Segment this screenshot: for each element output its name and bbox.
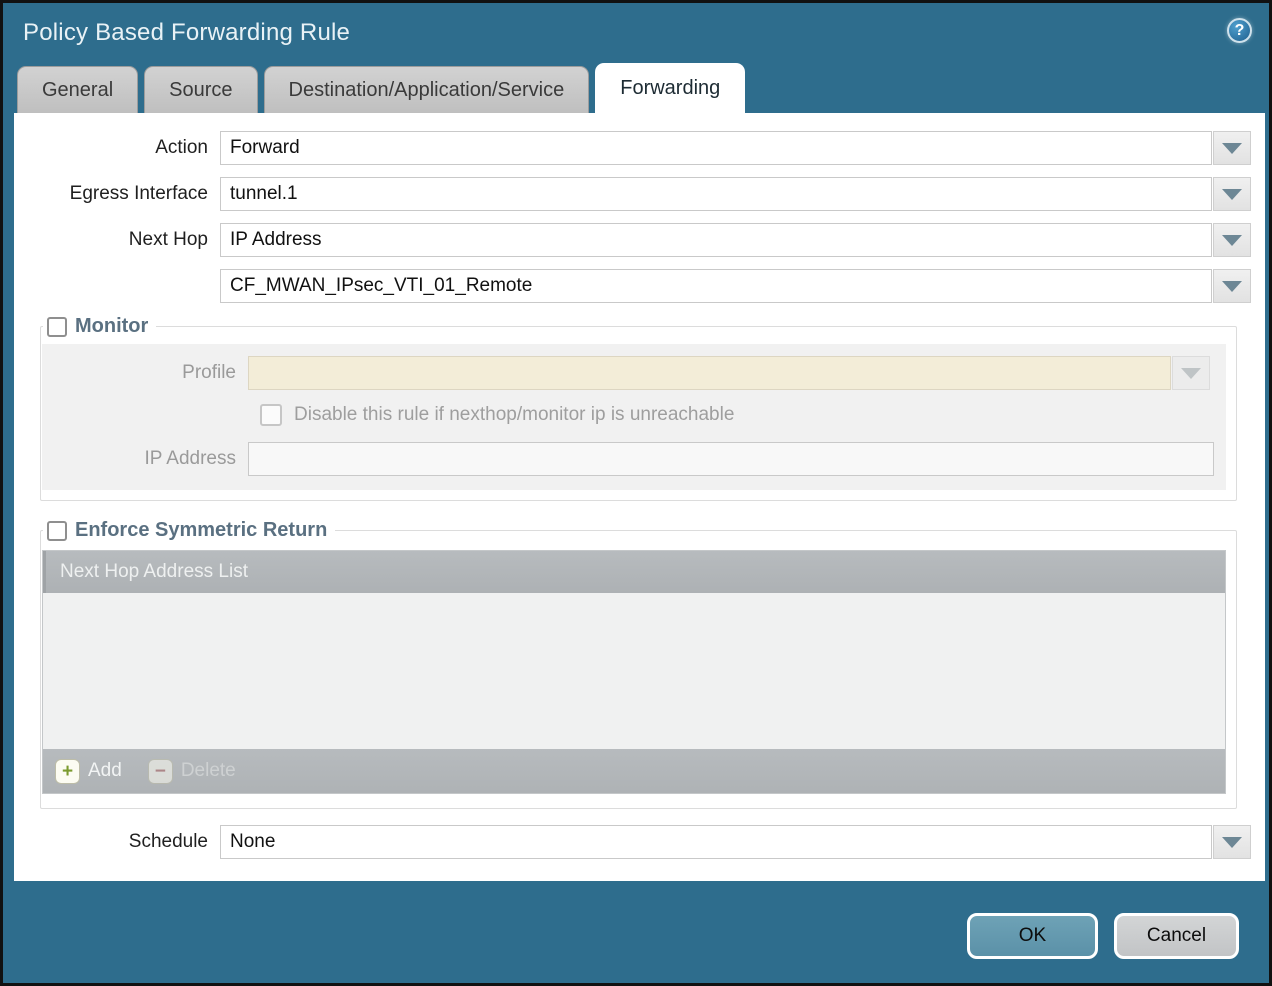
chevron-down-icon: [1222, 189, 1242, 200]
monitor-checkbox[interactable]: [47, 317, 67, 337]
chevron-down-icon: [1222, 143, 1242, 154]
action-input[interactable]: [220, 131, 1212, 165]
egress-interface-dropdown-button[interactable]: [1213, 177, 1251, 211]
enforce-symmetric-return-checkbox[interactable]: [47, 521, 67, 541]
monitor-ip-address-input: [248, 442, 1214, 476]
next-hop-row: Next Hop: [14, 223, 1251, 257]
dialog-footer: OK Cancel: [967, 913, 1239, 959]
tab-general[interactable]: General: [17, 66, 138, 113]
profile-input: [248, 356, 1171, 390]
profile-row: Profile: [42, 356, 1226, 390]
chevron-down-icon: [1222, 235, 1242, 246]
monitor-section: Monitor Profile Disable this rule if nex…: [40, 315, 1237, 501]
next-hop-label: Next Hop: [14, 229, 220, 251]
minus-icon: −: [148, 759, 173, 784]
tab-destination-application-service[interactable]: Destination/Application/Service: [264, 66, 590, 113]
help-icon[interactable]: ?: [1227, 18, 1252, 43]
schedule-input[interactable]: [220, 825, 1212, 859]
disable-rule-label: Disable this rule if nexthop/monitor ip …: [294, 404, 734, 426]
action-label: Action: [14, 137, 220, 159]
add-button[interactable]: + Add: [55, 759, 122, 784]
egress-interface-row: Egress Interface: [14, 177, 1251, 211]
next-hop-address-list-body: [43, 593, 1225, 749]
next-hop-dropdown-button[interactable]: [1213, 223, 1251, 257]
monitor-disabled-panel: Profile Disable this rule if nexthop/mon…: [42, 344, 1226, 490]
dialog-titlebar: Policy Based Forwarding Rule ?: [3, 3, 1269, 63]
next-hop-address-row: [14, 269, 1251, 303]
delete-button-label: Delete: [181, 760, 236, 782]
delete-button: − Delete: [148, 759, 236, 784]
tab-forwarding[interactable]: Forwarding: [595, 63, 745, 113]
tab-bar: General Source Destination/Application/S…: [3, 63, 1269, 113]
egress-interface-label: Egress Interface: [14, 183, 220, 205]
table-toolbar: + Add − Delete: [43, 749, 1225, 793]
next-hop-address-table: Next Hop Address List + Add − Delete: [42, 550, 1226, 794]
cancel-button[interactable]: Cancel: [1114, 913, 1239, 959]
schedule-row: Schedule: [14, 825, 1251, 859]
chevron-down-icon: [1181, 368, 1201, 379]
next-hop-address-input[interactable]: [220, 269, 1212, 303]
action-row: Action: [14, 131, 1251, 165]
symmetric-return-section: Enforce Symmetric Return Next Hop Addres…: [40, 519, 1237, 809]
monitor-legend: Monitor: [75, 315, 148, 338]
enforce-symmetric-return-legend: Enforce Symmetric Return: [75, 519, 327, 542]
egress-interface-input[interactable]: [220, 177, 1212, 211]
disable-rule-checkbox: [260, 404, 282, 426]
plus-icon: +: [55, 759, 80, 784]
next-hop-type-input[interactable]: [220, 223, 1212, 257]
schedule-dropdown-button[interactable]: [1213, 825, 1251, 859]
ok-button[interactable]: OK: [967, 913, 1098, 959]
action-dropdown-button[interactable]: [1213, 131, 1251, 165]
profile-label: Profile: [42, 362, 248, 384]
monitor-ip-address-label: IP Address: [42, 448, 248, 470]
monitor-ip-address-row: IP Address: [42, 442, 1226, 476]
next-hop-address-list-header: Next Hop Address List: [43, 551, 1225, 593]
profile-dropdown-button: [1172, 356, 1210, 390]
chevron-down-icon: [1222, 837, 1242, 848]
policy-forwarding-dialog: Policy Based Forwarding Rule ? General S…: [0, 0, 1272, 986]
tab-source[interactable]: Source: [144, 66, 257, 113]
next-hop-address-dropdown-button[interactable]: [1213, 269, 1251, 303]
dialog-title: Policy Based Forwarding Rule: [23, 19, 350, 47]
forwarding-tab-panel: Action Egress Interface Next Hop: [14, 113, 1265, 881]
add-button-label: Add: [88, 760, 122, 782]
chevron-down-icon: [1222, 281, 1242, 292]
schedule-label: Schedule: [14, 831, 220, 853]
disable-rule-row: Disable this rule if nexthop/monitor ip …: [260, 404, 1226, 426]
